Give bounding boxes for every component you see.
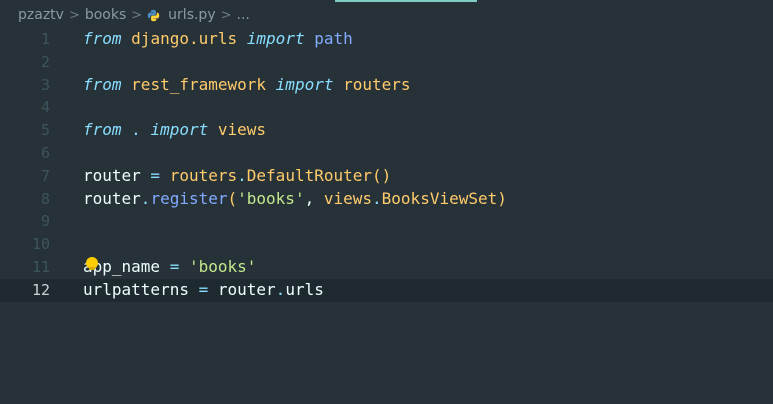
code-token: DefaultRouter (246, 165, 373, 185)
line-content: app_name = 'books' (83, 256, 256, 279)
line-number: 11 (31, 257, 50, 276)
code-token: from (83, 120, 122, 140)
line-content: from . import views (83, 119, 266, 142)
line-content: from rest_framework import routers (83, 74, 411, 97)
line-number: 7 (40, 166, 50, 185)
code-token: import (150, 120, 209, 140)
active-tab-indicator (335, 0, 477, 2)
line-number: 3 (40, 75, 50, 94)
breadcrumb-item-file[interactable]: urls.py (147, 7, 216, 23)
code-line[interactable]: 6 (0, 142, 773, 165)
code-token: 'books' (188, 256, 257, 276)
line-content: from django.urls import path (83, 28, 353, 51)
breadcrumb-item-folder[interactable]: books (85, 7, 126, 23)
code-token: 'books' (237, 188, 305, 208)
lightbulb-icon[interactable] (86, 257, 98, 270)
line-content: router = routers.DefaultRouter() (83, 165, 391, 188)
breadcrumb-item-more[interactable]: ... (237, 7, 250, 23)
code-line[interactable]: 9 (0, 210, 773, 233)
code-token: rest_framework (131, 74, 267, 94)
code-line[interactable]: 2 (0, 51, 773, 74)
line-number: 1 (40, 30, 50, 48)
code-token: from (83, 74, 122, 94)
line-content: urlpatterns = router.urls (83, 279, 324, 302)
line-number: 10 (31, 235, 50, 254)
code-token: router (217, 279, 276, 299)
code-token: django.urls (131, 29, 238, 48)
code-line[interactable]: 5 from . import views (0, 119, 773, 142)
code-token: router (83, 165, 141, 185)
code-token: urls (285, 279, 324, 299)
code-token: . (275, 279, 286, 299)
breadcrumb-file-label: urls.py (168, 7, 216, 23)
code-token: = (160, 256, 189, 276)
code-token: import (246, 29, 305, 48)
code-token: BooksViewSet (381, 188, 498, 208)
code-token: ) (497, 188, 507, 208)
code-token: = (188, 279, 218, 299)
code-area[interactable]: 1 from django.urls import path 2 3 from rest… (0, 28, 773, 302)
code-token: () (372, 165, 392, 185)
code-token: . (237, 165, 247, 185)
code-token: . (140, 188, 151, 208)
line-number: 6 (40, 143, 50, 162)
code-token: urlpatterns (83, 279, 189, 299)
code-editor[interactable]: pzaztv > books > urls.py > ... 1 from dja… (0, 0, 773, 404)
code-token: views (323, 188, 373, 208)
code-token: routers (169, 165, 238, 185)
line-number: 9 (40, 212, 50, 231)
code-line[interactable]: 3 from rest_framework import routers (0, 74, 773, 97)
code-token: path (314, 29, 353, 48)
code-token: router (83, 188, 141, 208)
code-token: import (275, 74, 334, 94)
code-token: from (83, 29, 122, 48)
code-line[interactable]: 4 (0, 96, 773, 119)
line-number: 12 (31, 280, 50, 299)
code-token: routers (343, 74, 411, 94)
line-content: router.register('books', views.BooksView… (83, 188, 507, 211)
code-line[interactable]: 10 (0, 233, 773, 256)
breadcrumb: pzaztv > books > urls.py > ... (18, 5, 250, 25)
code-token: ( (227, 188, 238, 208)
python-icon (147, 9, 160, 21)
code-line[interactable]: 7 router = routers.DefaultRouter() (0, 165, 773, 188)
code-token: , (304, 188, 324, 208)
line-number: 8 (40, 189, 50, 208)
line-number: 2 (40, 52, 50, 71)
code-line[interactable]: 12 urlpatterns = router.urls (0, 278, 773, 302)
breadcrumb-separator: > (131, 7, 143, 23)
breadcrumb-separator: > (68, 7, 80, 23)
code-token: = (140, 165, 170, 185)
code-line[interactable]: 8 router.register('books', views.BooksVie… (0, 188, 773, 211)
breadcrumb-item-project[interactable]: pzaztv (18, 7, 64, 23)
code-token: register (150, 188, 228, 208)
code-line[interactable]: 11 app_name = 'books' (0, 256, 773, 279)
breadcrumb-separator: > (220, 7, 232, 23)
code-token: . (372, 188, 382, 208)
code-token: views (217, 120, 267, 140)
code-line[interactable]: 1 from django.urls import path (0, 28, 773, 51)
line-number: 4 (40, 98, 50, 117)
line-number: 5 (40, 121, 50, 140)
code-token: . (131, 120, 141, 140)
